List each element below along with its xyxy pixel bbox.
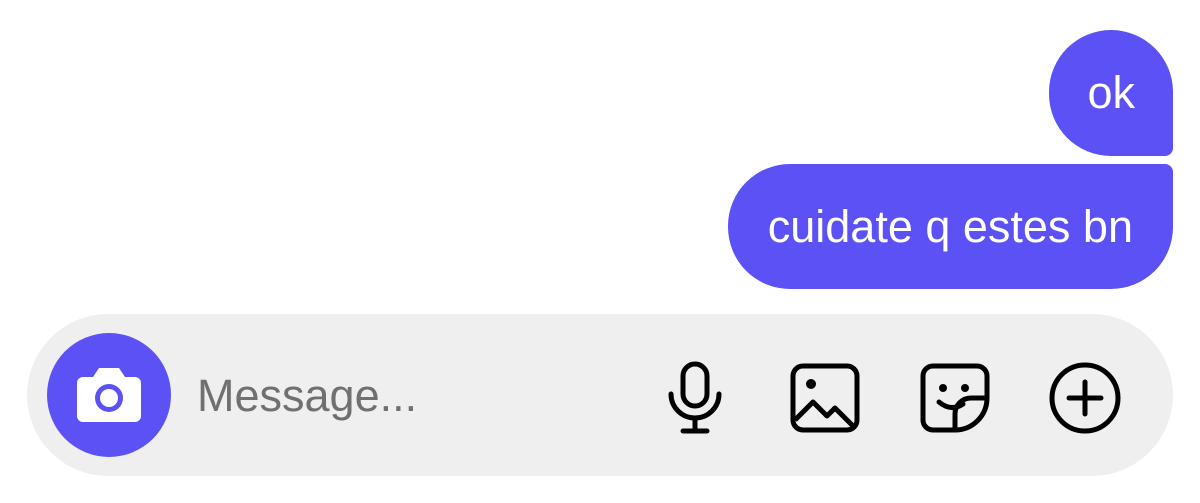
message-text: cuidate q estes bn <box>767 200 1133 252</box>
camera-button[interactable] <box>47 333 171 457</box>
gallery-icon <box>790 363 860 433</box>
message-composer <box>27 314 1173 476</box>
microphone-icon <box>668 361 722 434</box>
chat-view: ok cuidate q estes bn <box>0 0 1200 503</box>
message-bubble-ok[interactable]: ok <box>1049 30 1173 156</box>
more-button[interactable] <box>1047 360 1123 436</box>
camera-icon <box>77 368 141 422</box>
message-input[interactable] <box>197 364 617 428</box>
sticker-icon <box>920 363 990 433</box>
message-bubble-cuidate[interactable]: cuidate q estes bn <box>727 164 1173 289</box>
sticker-button[interactable] <box>917 360 993 436</box>
message-text: ok <box>1087 67 1135 118</box>
microphone-button[interactable] <box>657 360 733 436</box>
plus-circle-icon <box>1049 362 1121 434</box>
gallery-button[interactable] <box>787 360 863 436</box>
